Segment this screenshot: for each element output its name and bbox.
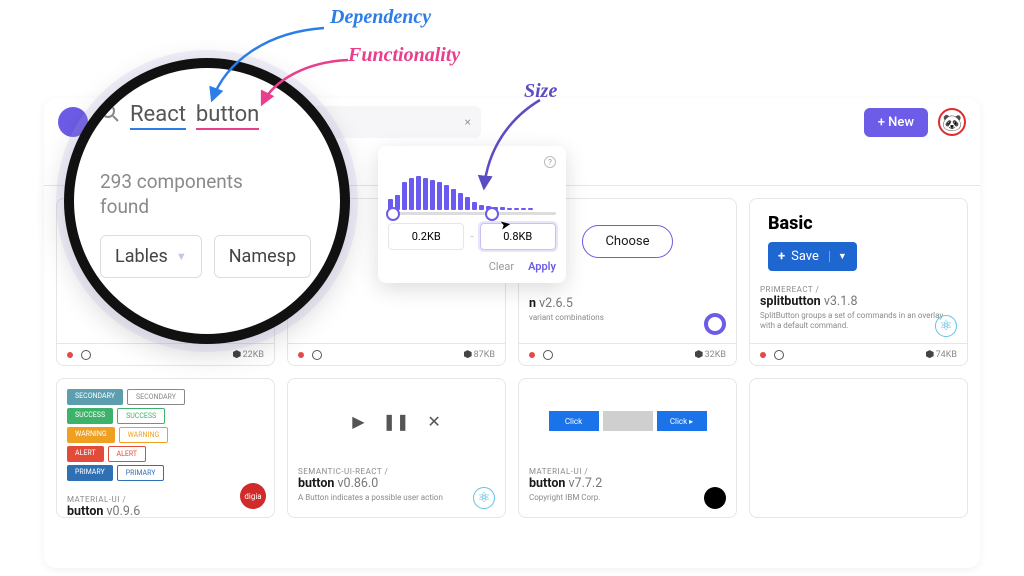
card-footer: 22KB: [57, 343, 274, 365]
annotation-functionality: Functionality: [348, 44, 460, 67]
size-range-slider[interactable]: [388, 212, 556, 215]
brand-badge: [704, 487, 726, 509]
search-icon: [100, 103, 120, 129]
result-card[interactable]: SECONDARYSECONDARYSUCCESSSUCCESSWARNINGW…: [56, 378, 275, 518]
avatar[interactable]: 🐼: [938, 108, 966, 136]
size-max-input[interactable]: 0.8KB: [480, 223, 556, 250]
plus-icon: +: [778, 249, 785, 264]
chevron-down-icon[interactable]: ▼: [829, 251, 847, 262]
status-dot-icon: [67, 352, 73, 358]
annotation-dependency: Dependency: [330, 6, 431, 29]
shuffle-icon[interactable]: ✕: [427, 412, 440, 431]
cursor-icon: ➤: [499, 217, 512, 234]
package-icon: [233, 350, 241, 358]
filter-labels[interactable]: Lables▼: [100, 235, 202, 278]
globe-icon: [81, 350, 91, 360]
results-count: 293 componentsfound: [100, 170, 314, 219]
card-heading: Basic: [768, 213, 967, 234]
choose-button[interactable]: Choose: [582, 225, 672, 258]
apply-button[interactable]: Apply: [528, 260, 556, 273]
brand-badge: digia: [240, 483, 266, 509]
result-card[interactable]: [749, 378, 968, 518]
clear-button[interactable]: Clear: [489, 260, 514, 273]
pause-icon[interactable]: ❚❚: [383, 412, 410, 431]
result-card[interactable]: Click Click ▸ MATERIAL-UI / button v7.7.…: [518, 378, 737, 518]
save-split-button[interactable]: + Save ▼: [768, 242, 857, 271]
react-atom-icon: ⚛: [473, 487, 495, 509]
new-button[interactable]: + New: [864, 108, 928, 137]
play-icon[interactable]: ▶: [352, 412, 364, 431]
ring-icon: [704, 313, 726, 335]
search-term-dependency: React: [130, 102, 186, 130]
filter-namespace[interactable]: Namesp: [214, 235, 311, 278]
annotation-size: Size: [524, 80, 557, 103]
arrow-size: [470, 98, 560, 198]
size-min-input[interactable]: 0.2KB: [388, 223, 464, 250]
result-card[interactable]: Basic + Save ▼ ⚛ PRIMEREACT / splitbutto…: [749, 198, 968, 366]
tag-preview: SECONDARYSECONDARYSUCCESSSUCCESSWARNINGW…: [57, 379, 274, 491]
result-card[interactable]: ▶ ❚❚ ✕ ⚛ SEMANTIC-UI-REACT / button v0.8…: [287, 378, 506, 518]
button-group-preview: Click Click ▸: [549, 411, 707, 431]
react-atom-icon: ⚛: [935, 315, 957, 337]
chevron-down-icon: ▼: [176, 250, 187, 263]
